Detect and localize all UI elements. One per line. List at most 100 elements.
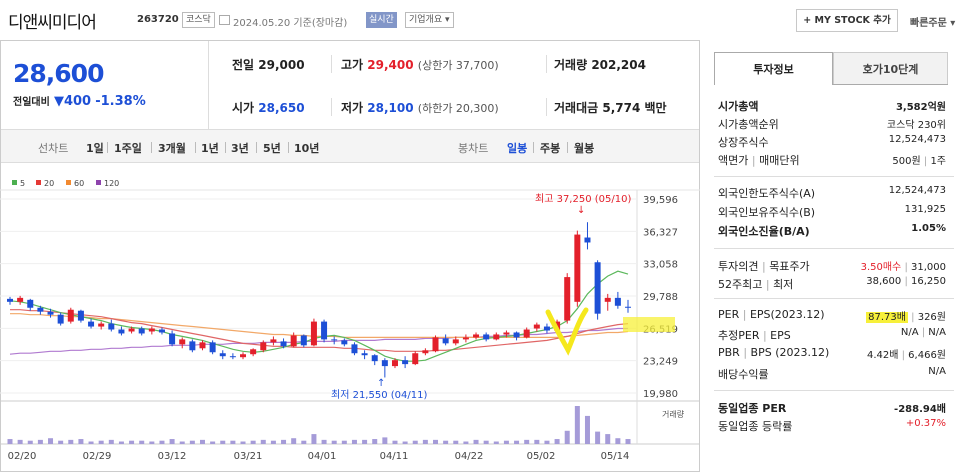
info-value: 16,250 [911,276,946,287]
candle [27,299,34,308]
divider [331,98,332,116]
info-value: N/A [900,327,919,338]
info-key: PER [718,308,740,321]
volume-bar [402,441,408,444]
y-tick-label: 29,788 [643,292,678,303]
y-tick-label: 39,596 [643,195,678,206]
candle [341,340,348,345]
legend-swatch [66,180,71,185]
candle [240,354,247,358]
volume-bar [514,440,520,444]
quick-order-dropdown[interactable]: 빠른주문 ▾ [910,14,955,29]
candle [412,353,419,365]
tab-investment-info[interactable]: 투자정보 [714,52,833,85]
candle [77,310,84,321]
volume-bar [493,441,499,444]
volume-bar [210,441,216,444]
candle [604,297,611,302]
info-row: 동일업종 PER -288.94배 [718,400,946,416]
stock-name: 디앤씨미디어 [8,13,97,33]
volume-bar [169,439,175,444]
info-row: PER | EPS(2023.12) 87.73배 | 326원 [718,308,946,323]
candle [128,328,135,332]
volume-bar [139,440,145,444]
candle [503,332,510,335]
volume-bar [291,438,297,444]
info-value: 326원 [917,312,946,323]
info-value: 3.50매수 [860,262,902,273]
candle [533,324,540,329]
volume-bar [422,439,428,444]
candle [57,314,64,324]
candle [300,335,307,346]
volume-bar [301,440,307,444]
info-row: 동일업종 등락률 +0.37% [718,418,946,434]
legend-swatch [12,180,17,185]
candle [543,326,550,331]
change-percent: -1.38% [95,94,146,109]
volume-bar [260,439,266,444]
info-key: 시가총액 [718,100,759,113]
info-value: 38,600 [866,276,902,287]
info-key: 동일업종 PER [718,402,787,415]
volume-bar [412,440,418,444]
max-arrow-icon: ↓ [577,205,585,216]
volume-bar [554,439,560,444]
volume-bar [98,440,104,444]
price-change: 전일대비 ▼400 -1.38% [13,93,146,109]
info-key: EPS [770,329,791,342]
calendar-icon [219,15,230,25]
volume-bar [321,439,327,444]
tab-order-book[interactable]: 호가10단계 [833,52,948,85]
candle [88,321,95,327]
divider [714,298,954,299]
volume-bar [584,415,590,444]
moving-averages [9,270,629,362]
candle [473,334,480,338]
info-key: 배당수익률 [718,368,769,381]
info-value: 12,524,473 [888,134,946,145]
info-row: 액면가 | 매매단위 500원 | 1주 [718,154,946,167]
legend-label: 120 [104,179,119,188]
volume-label: 거래량 [662,409,685,419]
volume-bar [544,440,550,444]
candles [7,222,631,378]
info-key: 액면가 [718,154,749,167]
realtime-badge[interactable]: 실시간 [366,12,397,28]
x-tick-label: 04/01 [308,451,337,462]
candle [513,332,520,338]
volume-bar [250,440,256,444]
info-row: 배당수익률 N/A [718,366,946,382]
volume-bar [615,438,621,444]
y-tick-label: 19,980 [643,389,678,400]
volume-bar [78,439,84,444]
legend-label: 60 [74,179,84,188]
candle [67,309,74,322]
info-value: 31,000 [911,262,946,273]
min-arrow-icon: ↑ [377,378,385,389]
candle [17,297,24,302]
volume-bar [574,406,580,444]
candle [584,237,591,243]
info-key: 외국인보유주식수(B) [718,206,816,219]
candle [432,337,439,352]
volume-bar [189,440,195,444]
add-my-stock-button[interactable]: + MY STOCK 추가 [796,9,898,32]
divider [546,55,547,73]
ma-legend: 5 20 60 120 [12,179,119,188]
volume-bar [68,439,74,444]
info-row: 추정PER | EPS N/A | N/A [718,327,946,342]
candle [321,321,328,340]
info-key: PBR [718,346,740,359]
candle [47,311,54,315]
volume-bar [443,440,449,444]
candle [270,339,277,343]
candle [483,334,490,340]
min-price-label: 최저 21,550 (04/11) [331,389,427,401]
candle [351,344,358,354]
candle [108,323,115,330]
info-key: 외국인한도주식수(A) [718,187,816,200]
candle [148,328,155,332]
company-overview-dropdown[interactable]: 기업개요 ▾ [405,12,454,28]
y-tick-label: 36,327 [643,227,678,238]
